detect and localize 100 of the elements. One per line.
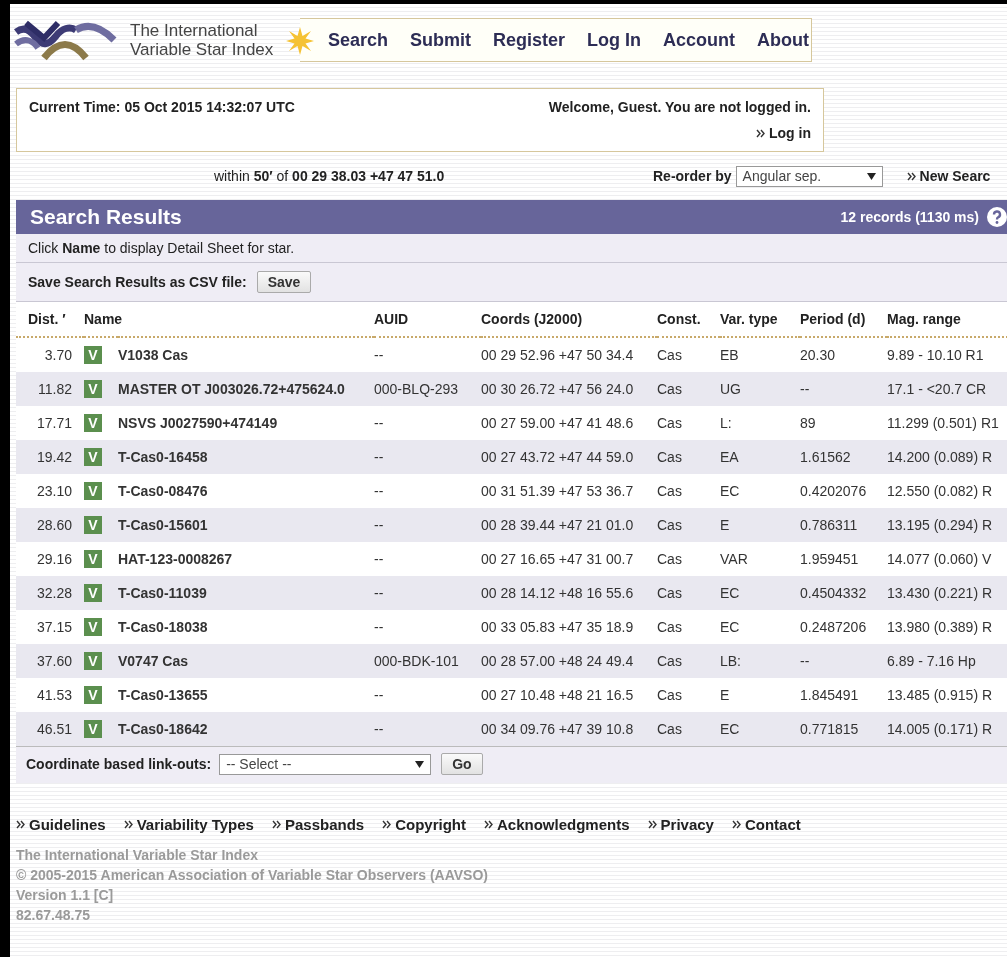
save-button[interactable]: Save	[256, 271, 312, 293]
variable-badge: V	[84, 584, 102, 602]
footer-link[interactable]: Acknowledgments	[497, 816, 630, 833]
period-cell: 1.61562	[800, 449, 851, 465]
distance-cell: 46.51	[36, 721, 72, 737]
period-cell: 0.2487206	[800, 619, 867, 635]
column-header[interactable]: Name	[84, 311, 123, 327]
legal-text: The International Variable Star Index	[16, 847, 259, 863]
var-type-cell: EC	[720, 619, 740, 635]
mag-range-cell: 12.550 (0.082) R	[887, 483, 993, 499]
nav-link[interactable]: About	[757, 29, 810, 51]
coords-cell: 00 33 05.83 +47 35 18.9	[481, 619, 634, 635]
constellation-cell: Cas	[657, 347, 682, 363]
auid-cell: --	[374, 517, 384, 533]
double-chevron-icon	[484, 820, 494, 829]
star-name-link[interactable]: T-Cas0-11039	[118, 585, 207, 601]
star-name-link[interactable]: T-Cas0-15601	[118, 517, 208, 533]
auid-cell: 000-BDK-101	[374, 653, 459, 669]
save-label: Save Search Results as CSV file:	[28, 274, 247, 290]
star-name-link[interactable]: HAT-123-0008267	[118, 551, 233, 567]
constellation-cell: Cas	[657, 449, 682, 465]
mag-range-cell: 6.89 - 7.16 Hp	[887, 653, 976, 669]
logo-icon	[14, 18, 118, 62]
star-name-link[interactable]: NSVS J0027590+474149	[118, 415, 278, 431]
var-type-cell: E	[720, 687, 730, 703]
nav-link[interactable]: Log In	[587, 29, 642, 51]
var-type-cell: VAR	[720, 551, 748, 567]
period-cell: 1.845491	[800, 687, 859, 703]
dropdown-caret-icon	[866, 172, 876, 180]
var-type-cell: UG	[720, 381, 741, 397]
constellation-cell: Cas	[657, 415, 682, 431]
legal-text: Version 1.1 [C]	[16, 887, 115, 903]
mag-range-cell: 13.195 (0.294) R	[887, 517, 993, 533]
double-chevron-icon	[756, 128, 766, 138]
mag-range-cell: 14.077 (0.060) V	[887, 551, 992, 567]
nav-link[interactable]: Submit	[410, 29, 472, 51]
period-cell: 20.30	[800, 347, 836, 363]
star-name-link[interactable]: T-Cas0-08476	[118, 483, 208, 499]
help-icon[interactable]	[987, 207, 1007, 227]
dropdown-caret-icon	[415, 760, 425, 768]
star-name-link[interactable]: V1038 Cas	[118, 347, 189, 363]
distance-cell: 17.71	[36, 415, 72, 431]
variable-badge: V	[84, 448, 102, 466]
star-name-link[interactable]: T-Cas0-18642	[118, 721, 208, 737]
hint-text: Click Name to display Detail Sheet for star.	[16, 234, 1007, 263]
mag-range-cell: 14.005 (0.171) R	[887, 721, 993, 737]
footer-link[interactable]: Privacy	[660, 816, 714, 833]
double-chevron-icon	[906, 171, 917, 181]
var-type-cell: EB	[720, 347, 739, 363]
star-name-link[interactable]: T-Cas0-16458	[118, 449, 208, 465]
constellation-cell: Cas	[657, 653, 682, 669]
constellation-cell: Cas	[657, 721, 682, 737]
current-time: Current Time: 05 Oct 2015 14:32:07 UTC	[29, 99, 295, 117]
variable-badge: V	[84, 686, 102, 704]
coords-cell: 00 30 26.72 +47 56 24.0	[481, 381, 634, 397]
footer-link[interactable]: Passbands	[284, 816, 365, 833]
distance-cell: 41.53	[36, 687, 72, 703]
auid-cell: --	[374, 483, 384, 499]
star-icon	[286, 27, 314, 55]
mag-range-cell: 17.1 - <20.7 CR	[887, 381, 987, 397]
auid-cell: --	[374, 585, 384, 601]
footer-link[interactable]: Guidelines	[29, 816, 106, 833]
auid-cell: --	[374, 619, 384, 635]
mag-range-cell: 13.485 (0.915) R	[887, 687, 993, 703]
new-search-link[interactable]: New Searc	[919, 168, 991, 184]
auid-cell: 000-BLQ-293	[374, 381, 459, 397]
star-name-link[interactable]: V0747 Cas	[118, 653, 189, 669]
nav-link[interactable]: Register	[493, 29, 566, 51]
footer-link[interactable]: Variability Types	[136, 816, 254, 833]
linkouts-label: Coordinate based link-outs:	[26, 756, 212, 772]
linkouts-select[interactable]: -- Select --	[219, 753, 432, 775]
constellation-cell: Cas	[657, 619, 682, 635]
star-name-link[interactable]: T-Cas0-13655	[118, 687, 208, 703]
constellation-cell: Cas	[657, 551, 682, 567]
var-type-cell: E	[720, 517, 730, 533]
record-count: 12 records (1130 ms)	[840, 209, 979, 225]
variable-badge: V	[84, 380, 102, 398]
star-name-link[interactable]: T-Cas0-18038	[118, 619, 208, 635]
footer-link[interactable]: Contact	[744, 816, 801, 833]
legal-text: © 2005-2015 American Association of Variable Star Observers (AAVSO)	[16, 867, 489, 883]
footer-link[interactable]: Copyright	[395, 816, 466, 833]
auid-cell: --	[374, 347, 384, 363]
var-type-cell: EC	[720, 483, 740, 499]
distance-cell: 23.10	[36, 483, 72, 499]
coords-cell: 00 27 43.72 +47 44 59.0	[481, 449, 634, 465]
period-cell: 89	[800, 415, 816, 431]
coords-cell: 00 28 57.00 +48 24 49.4	[481, 653, 634, 669]
coords-cell: 00 27 16.65 +47 31 00.7	[481, 551, 634, 567]
nav-link[interactable]: Account	[663, 29, 736, 51]
column-header[interactable]: Dist. ′	[28, 311, 66, 327]
column-header[interactable]: AUID	[374, 311, 409, 327]
constellation-cell: Cas	[657, 381, 682, 397]
double-chevron-icon	[647, 820, 658, 829]
var-type-cell: EC	[720, 721, 740, 737]
site-title: The International	[130, 21, 259, 40]
reorder-select[interactable]: Angular sep.	[735, 165, 883, 187]
login-link[interactable]: Log in	[769, 125, 811, 141]
distance-cell: 37.15	[36, 619, 72, 635]
nav-link[interactable]: Search	[328, 29, 389, 51]
go-button[interactable]: Go	[441, 753, 483, 775]
